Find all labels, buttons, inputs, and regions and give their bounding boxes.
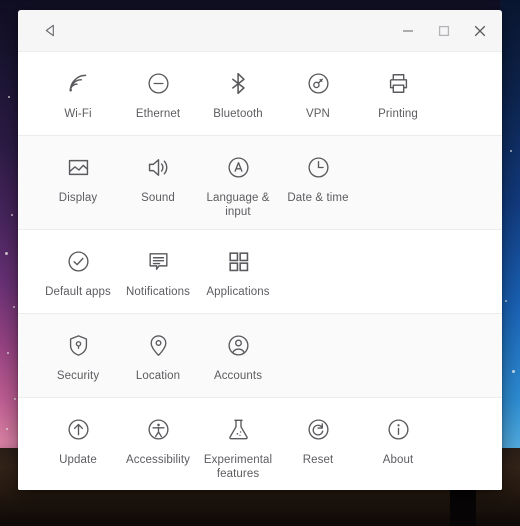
settings-row-network: Wi-Fi Ethernet Bluetooth VPN Printing xyxy=(18,52,502,136)
settings-tile-language-input[interactable]: Language & input xyxy=(198,150,278,219)
settings-tile-sound[interactable]: Sound xyxy=(118,150,198,205)
close-button[interactable] xyxy=(462,16,498,46)
settings-tile-label: Date & time xyxy=(287,192,349,204)
settings-tile-accessibility[interactable]: Accessibility xyxy=(118,412,198,467)
back-arrow-icon xyxy=(43,23,58,38)
maximize-icon xyxy=(438,25,450,37)
settings-tile-label: Notifications xyxy=(126,286,190,298)
settings-tile-label: Language & input xyxy=(206,192,270,218)
ethernet-icon xyxy=(143,68,173,98)
star xyxy=(505,300,507,302)
settings-tile-label: Printing xyxy=(378,108,418,120)
star xyxy=(510,150,512,152)
settings-row-apps: Default apps Notifications Applications xyxy=(18,230,502,314)
settings-tile-location[interactable]: Location xyxy=(118,328,198,383)
settings-tile-label: Reset xyxy=(302,454,334,466)
printer-icon xyxy=(383,68,413,98)
settings-tile-label: Bluetooth xyxy=(213,108,263,120)
settings-row-system: Update Accessibility Experimental featur… xyxy=(18,398,502,490)
settings-tile-accounts[interactable]: Accounts xyxy=(198,328,278,383)
back-button[interactable] xyxy=(32,16,68,46)
check-circle-icon xyxy=(63,246,93,276)
update-icon xyxy=(63,414,93,444)
settings-tile-applications[interactable]: Applications xyxy=(198,244,278,299)
star xyxy=(6,428,8,430)
flask-icon xyxy=(223,414,253,444)
close-icon xyxy=(473,24,487,38)
settings-tile-label: VPN xyxy=(306,108,330,120)
account-icon xyxy=(223,330,253,360)
settings-tile-label: Applications xyxy=(206,286,270,298)
star xyxy=(5,252,8,255)
settings-tile-reset[interactable]: Reset xyxy=(278,412,358,467)
wifi-icon xyxy=(63,68,93,98)
settings-tile-experimental-features[interactable]: Experimental features xyxy=(198,412,278,481)
settings-tile-ethernet[interactable]: Ethernet xyxy=(118,66,198,121)
settings-tile-display[interactable]: Display xyxy=(38,150,118,205)
settings-tile-notifications[interactable]: Notifications xyxy=(118,244,198,299)
settings-content: Wi-Fi Ethernet Bluetooth VPN Printing Di… xyxy=(18,52,502,490)
settings-tile-security[interactable]: Security xyxy=(38,328,118,383)
vpn-key-icon xyxy=(303,68,333,98)
star xyxy=(14,398,16,400)
star xyxy=(512,370,515,373)
grid-icon xyxy=(223,246,253,276)
accessibility-icon xyxy=(143,414,173,444)
settings-tile-label: Wi-Fi xyxy=(64,108,92,120)
star xyxy=(8,96,10,98)
settings-tile-default-apps[interactable]: Default apps xyxy=(38,244,118,299)
window-titlebar xyxy=(18,10,502,52)
settings-tile-label: Location xyxy=(135,370,181,382)
settings-tile-label: Default apps xyxy=(45,286,111,298)
settings-tile-update[interactable]: Update xyxy=(38,412,118,467)
settings-tile-date-time[interactable]: Date & time xyxy=(278,150,358,205)
sound-icon xyxy=(143,152,173,182)
settings-tile-label: Security xyxy=(56,370,100,382)
settings-tile-label: Sound xyxy=(141,192,175,204)
location-icon xyxy=(143,330,173,360)
settings-tile-bluetooth[interactable]: Bluetooth xyxy=(198,66,278,121)
reset-icon xyxy=(303,414,333,444)
settings-tile-label: Ethernet xyxy=(135,108,181,120)
bluetooth-icon xyxy=(223,68,253,98)
display-icon xyxy=(63,152,93,182)
clock-icon xyxy=(303,152,333,182)
settings-row-device: Display Sound Language & input Date & ti… xyxy=(18,136,502,230)
star xyxy=(11,214,13,216)
star xyxy=(13,306,15,308)
settings-tile-label: Experimental features xyxy=(203,454,273,480)
notification-icon xyxy=(143,246,173,276)
settings-tile-label: Accessibility xyxy=(126,454,190,466)
settings-tile-label: About xyxy=(382,454,414,466)
settings-tile-label: Display xyxy=(58,192,98,204)
settings-window: Wi-Fi Ethernet Bluetooth VPN Printing Di… xyxy=(18,10,502,490)
settings-tile-vpn[interactable]: VPN xyxy=(278,66,358,121)
settings-row-personal: Security Location Accounts xyxy=(18,314,502,398)
shield-icon xyxy=(63,330,93,360)
maximize-button[interactable] xyxy=(426,16,462,46)
settings-tile-label: Update xyxy=(59,454,97,466)
settings-tile-label: Accounts xyxy=(213,370,263,382)
settings-tile-wifi[interactable]: Wi-Fi xyxy=(38,66,118,121)
desktop: Wi-Fi Ethernet Bluetooth VPN Printing Di… xyxy=(0,0,520,526)
star xyxy=(7,352,9,354)
settings-tile-printing[interactable]: Printing xyxy=(358,66,438,121)
minimize-icon xyxy=(402,25,414,37)
settings-tile-about[interactable]: About xyxy=(358,412,438,467)
info-icon xyxy=(383,414,413,444)
language-icon xyxy=(223,152,253,182)
minimize-button[interactable] xyxy=(390,16,426,46)
